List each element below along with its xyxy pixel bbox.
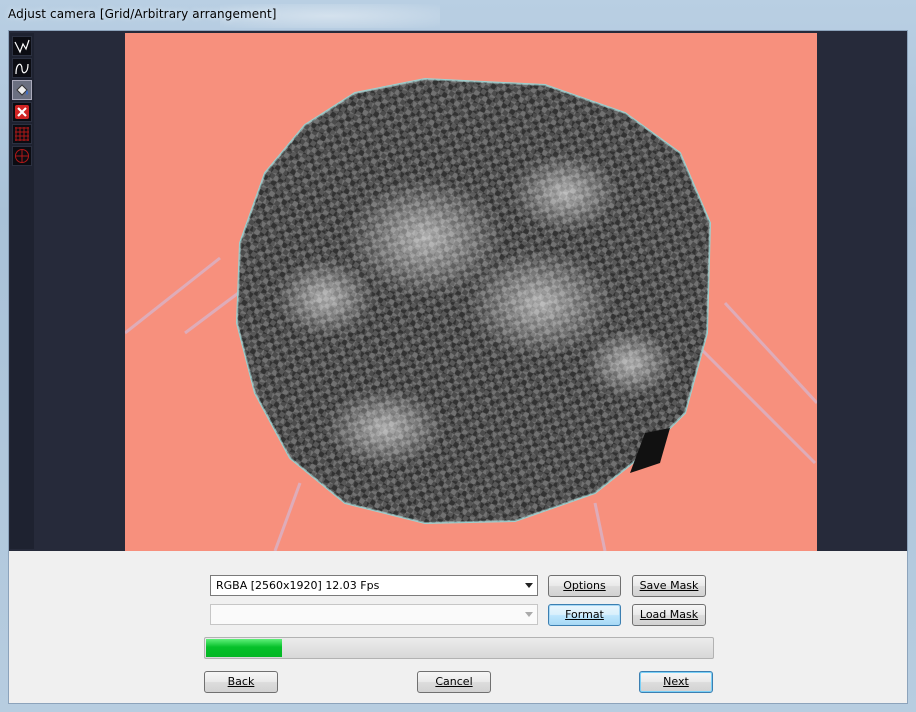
fill-tool-icon[interactable] (12, 80, 32, 100)
delete-tool-icon[interactable] (12, 102, 32, 122)
title-bar[interactable]: Adjust camera [Grid/Arbitrary arrangemen… (0, 0, 916, 30)
client-area: RGBA [2560x1920] 12.03 Fps Options Save … (8, 30, 908, 704)
format-combo-value: RGBA [2560x1920] 12.03 Fps (216, 579, 380, 592)
next-button[interactable]: Next (639, 671, 713, 693)
second-combo[interactable] (210, 604, 538, 625)
crosshair-tool-icon[interactable] (12, 146, 32, 166)
chevron-down-icon (525, 612, 533, 617)
fisheye-image (125, 33, 817, 551)
line-tool-icon[interactable] (12, 36, 32, 56)
tool-strip (10, 33, 34, 549)
camera-viewer (9, 31, 907, 551)
dialog-window: Adjust camera [Grid/Arbitrary arrangemen… (0, 0, 916, 712)
chevron-down-icon (525, 583, 533, 588)
cancel-button[interactable]: Cancel (417, 671, 491, 693)
controls-panel: RGBA [2560x1920] 12.03 Fps Options Save … (9, 551, 907, 703)
curve-tool-icon[interactable] (12, 58, 32, 78)
load-mask-button[interactable]: Load Mask (632, 604, 706, 626)
camera-image[interactable] (125, 33, 817, 551)
progress-fill (206, 639, 283, 657)
options-button[interactable]: Options (548, 575, 621, 597)
save-mask-button[interactable]: Save Mask (632, 575, 706, 597)
format-combo[interactable]: RGBA [2560x1920] 12.03 Fps (210, 575, 538, 596)
window-title: Adjust camera [Grid/Arbitrary arrangemen… (8, 7, 277, 21)
back-button[interactable]: Back (204, 671, 278, 693)
grid-tool-icon[interactable] (12, 124, 32, 144)
progress-bar (204, 637, 714, 659)
format-button[interactable]: Format (548, 604, 621, 626)
